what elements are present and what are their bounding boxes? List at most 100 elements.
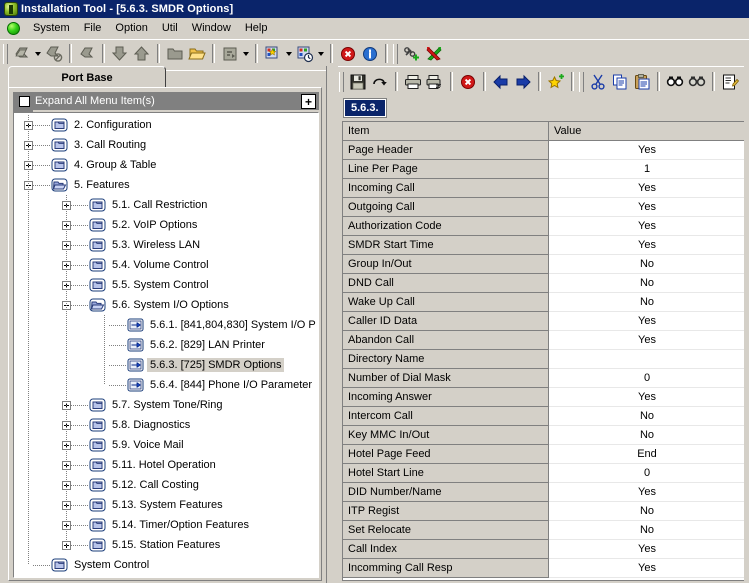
grid-row[interactable]: Intercom CallNo — [343, 407, 745, 426]
tree-item[interactable]: 5.3. Wireless LAN — [14, 235, 318, 255]
grid-cell-value[interactable]: No — [549, 407, 745, 426]
download-icon[interactable] — [109, 43, 131, 65]
grid-cell-value[interactable]: Yes — [549, 198, 745, 217]
grid-row[interactable]: Group In/OutNo — [343, 255, 745, 274]
grid-row[interactable]: Incoming AnswerYes — [343, 388, 745, 407]
grid-row[interactable]: Outgoing CallYes — [343, 198, 745, 217]
grid-row[interactable]: Caller ID DataYes — [343, 312, 745, 331]
grid-cell-value[interactable]: Yes — [549, 179, 745, 198]
tree-item[interactable]: 3. Call Routing — [14, 135, 318, 155]
tree-item[interactable]: 5.6. System I/O Options — [14, 295, 318, 315]
grid-row[interactable]: SMDR Start TimeYes — [343, 236, 745, 255]
grid-row[interactable]: Number of Dial Mask0 — [343, 369, 745, 388]
grid-cell-value[interactable]: Yes — [549, 236, 745, 255]
grid-row[interactable]: Wake Up CallNo — [343, 293, 745, 312]
copy-icon[interactable] — [609, 71, 631, 93]
tree-item[interactable]: 5.6.3. [725] SMDR Options — [14, 355, 318, 375]
grid-cell-value[interactable]: Yes — [549, 141, 745, 160]
tree-item[interactable]: 5.15. Station Features — [14, 535, 318, 555]
grid-cell-value[interactable]: Yes — [549, 217, 745, 236]
expand-all-checkbox[interactable] — [19, 96, 30, 107]
connect-icon[interactable] — [11, 43, 33, 65]
grid-cell-value[interactable]: End — [549, 445, 745, 464]
menu-item-system[interactable]: System — [26, 20, 77, 36]
tree-item[interactable]: 5.6.2. [829] LAN Printer — [14, 335, 318, 355]
grid-cell-value[interactable]: No — [549, 255, 745, 274]
grid-row[interactable]: DID Number/NameYes — [343, 483, 745, 502]
grid-cell-value[interactable] — [549, 350, 745, 369]
tree-item[interactable]: 5.6.4. [844] Phone I/O Parameter — [14, 375, 318, 395]
upload-icon[interactable] — [131, 43, 153, 65]
grid-cell-value[interactable]: No — [549, 521, 745, 540]
grid-row[interactable]: Incoming CallYes — [343, 179, 745, 198]
grid-cell-value[interactable]: 1 — [549, 160, 745, 179]
expand-button[interactable]: + — [301, 94, 316, 109]
tree-item[interactable]: 5.12. Call Costing — [14, 475, 318, 495]
grid-cell-value[interactable]: No — [549, 502, 745, 521]
tree-item[interactable]: 5.6.1. [841,804,830] System I/O P — [14, 315, 318, 335]
tree-item[interactable]: 5.8. Diagnostics — [14, 415, 318, 435]
grid-cell-value[interactable]: 0 — [549, 464, 745, 483]
grid-row[interactable]: DND CallNo — [343, 274, 745, 293]
tree-item[interactable]: 5.11. Hotel Operation — [14, 455, 318, 475]
grid-row[interactable]: ITP RegistNo — [343, 502, 745, 521]
find-icon[interactable] — [664, 71, 686, 93]
grid-cell-value[interactable]: No — [549, 426, 745, 445]
print-icon[interactable] — [402, 71, 424, 93]
panel-toolbar-grip[interactable] — [339, 72, 344, 92]
cut-icon[interactable] — [587, 71, 609, 93]
schedule-icon[interactable] — [294, 43, 316, 65]
tree-item[interactable]: 5.13. System Features — [14, 495, 318, 515]
grid-row[interactable]: Key MMC In/OutNo — [343, 426, 745, 445]
disconnect-icon[interactable] — [43, 43, 65, 65]
new-site-dropdown-arrow[interactable] — [284, 43, 294, 65]
schedule-dropdown-arrow[interactable] — [316, 43, 326, 65]
grid-cell-value[interactable]: Yes — [549, 388, 745, 407]
save-icon[interactable] — [347, 71, 369, 93]
find-next-icon[interactable] — [686, 71, 708, 93]
grid-row[interactable]: Call IndexYes — [343, 540, 745, 559]
menu-item-option[interactable]: Option — [108, 20, 154, 36]
tools-add-icon[interactable] — [401, 43, 423, 65]
exchange-icon[interactable] — [423, 43, 445, 65]
grid-row[interactable]: Abandon CallYes — [343, 331, 745, 350]
tree-item[interactable]: 4. Group & Table — [14, 155, 318, 175]
options-grid[interactable]: Item Value Page HeaderYesLine Per Page1I… — [342, 121, 746, 581]
info-icon[interactable] — [359, 43, 381, 65]
menu-item-window[interactable]: Window — [185, 20, 238, 36]
new-site-icon[interactable] — [262, 43, 284, 65]
menu-item-help[interactable]: Help — [238, 20, 275, 36]
grid-row[interactable]: Authorization CodeYes — [343, 217, 745, 236]
grid-cell-value[interactable]: Yes — [549, 483, 745, 502]
stop-icon[interactable] — [337, 43, 359, 65]
grid-row[interactable]: Directory Name — [343, 350, 745, 369]
paste-icon[interactable] — [631, 71, 653, 93]
tree-view[interactable]: 2. Configuration3. Call Routing4. Group … — [13, 112, 319, 578]
tree-item[interactable]: 5.9. Voice Mail — [14, 435, 318, 455]
print-preview-icon[interactable] — [424, 71, 446, 93]
previous-icon[interactable] — [490, 71, 512, 93]
toolbar-grip[interactable] — [3, 44, 8, 64]
edit-note-icon[interactable] — [719, 71, 741, 93]
grid-cell-value[interactable]: No — [549, 274, 745, 293]
refresh-icon[interactable] — [369, 71, 391, 93]
tree-item[interactable]: 5.2. VoIP Options — [14, 215, 318, 235]
report-icon[interactable] — [219, 43, 241, 65]
green-circle-icon[interactable] — [7, 22, 20, 35]
menu-item-util[interactable]: Util — [155, 20, 185, 36]
panel-toolbar-grip-2[interactable] — [579, 72, 584, 92]
grid-cell-value[interactable]: Yes — [549, 331, 745, 350]
grid-row[interactable]: Hotel Start Line0 — [343, 464, 745, 483]
cancel-icon[interactable] — [457, 71, 479, 93]
grid-row[interactable]: Line Per Page1 — [343, 160, 745, 179]
reconnect-icon[interactable] — [76, 43, 98, 65]
grid-row[interactable]: Hotel Page FeedEnd — [343, 445, 745, 464]
grid-row[interactable]: Incomming Call RespYes — [343, 559, 745, 578]
toolbar-grip-2[interactable] — [393, 44, 398, 64]
grid-cell-value[interactable]: Yes — [549, 312, 745, 331]
report-dropdown-arrow[interactable] — [241, 43, 251, 65]
tree-item[interactable]: 5.4. Volume Control — [14, 255, 318, 275]
grid-row[interactable]: Page HeaderYes — [343, 141, 745, 160]
next-icon[interactable] — [512, 71, 534, 93]
tree-item[interactable]: 5.7. System Tone/Ring — [14, 395, 318, 415]
